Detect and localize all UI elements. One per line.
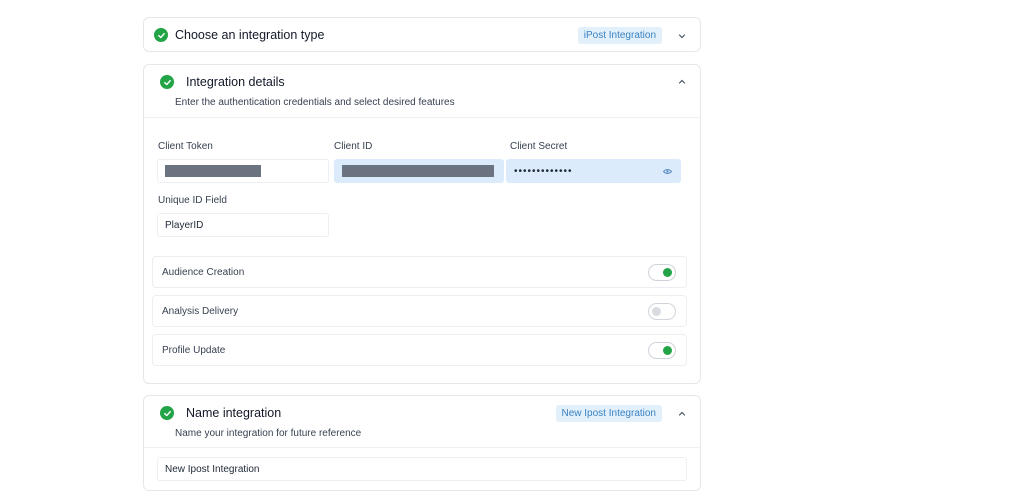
check-circle-icon [160, 406, 174, 420]
analysis-delivery-toggle[interactable] [648, 303, 676, 320]
feature-row-profile-update: Profile Update [152, 334, 687, 366]
step-name-integration: Name integration Name your integration f… [143, 395, 701, 491]
check-circle-icon [160, 75, 174, 89]
feature-label: Audience Creation [162, 267, 245, 278]
integration-name-input[interactable]: New Ipost Integration [157, 457, 687, 481]
client-id-input[interactable] [334, 159, 504, 183]
client-secret-input[interactable]: ••••••••••••• [506, 159, 681, 183]
toggle-knob [663, 267, 672, 277]
chevron-down-icon[interactable] [678, 32, 686, 40]
integration-name-badge: New Ipost Integration [555, 405, 662, 422]
redacted-value [165, 165, 261, 177]
toggle-knob [663, 345, 672, 355]
integration-name-value: New Ipost Integration [165, 463, 260, 475]
feature-row-analysis-delivery: Analysis Delivery [152, 295, 687, 327]
eye-icon[interactable] [663, 168, 672, 175]
redacted-value [342, 165, 494, 177]
integration-type-badge: iPost Integration [577, 27, 662, 44]
unique-id-value: PlayerID [165, 219, 204, 231]
step-integration-details: Integration details Enter the authentica… [143, 64, 701, 384]
client-token-label: Client Token [158, 141, 213, 152]
toggle-knob [652, 306, 661, 316]
client-id-label: Client ID [334, 141, 373, 152]
unique-id-label: Unique ID Field [158, 195, 227, 206]
chevron-up-icon[interactable] [678, 410, 686, 418]
step-integration-type[interactable]: Choose an integration type iPost Integra… [143, 17, 701, 52]
step-title: Name integration [186, 406, 282, 420]
profile-update-toggle[interactable] [648, 342, 676, 359]
step-title: Integration details [186, 75, 285, 89]
check-circle-icon [154, 28, 168, 42]
feature-label: Analysis Delivery [162, 306, 239, 317]
client-token-input[interactable] [157, 159, 329, 183]
client-secret-value: ••••••••••••• [514, 165, 573, 177]
step-subtitle: Enter the authentication credentials and… [175, 97, 455, 108]
feature-label: Profile Update [162, 345, 226, 356]
divider [144, 117, 700, 118]
unique-id-input[interactable]: PlayerID [157, 213, 329, 237]
feature-row-audience-creation: Audience Creation [152, 256, 687, 288]
chevron-up-icon[interactable] [678, 78, 686, 86]
step-subtitle: Name your integration for future referen… [175, 428, 362, 439]
client-secret-label: Client Secret [510, 141, 568, 152]
audience-creation-toggle[interactable] [648, 264, 676, 281]
step-title: Choose an integration type [175, 28, 325, 42]
divider [144, 447, 700, 448]
